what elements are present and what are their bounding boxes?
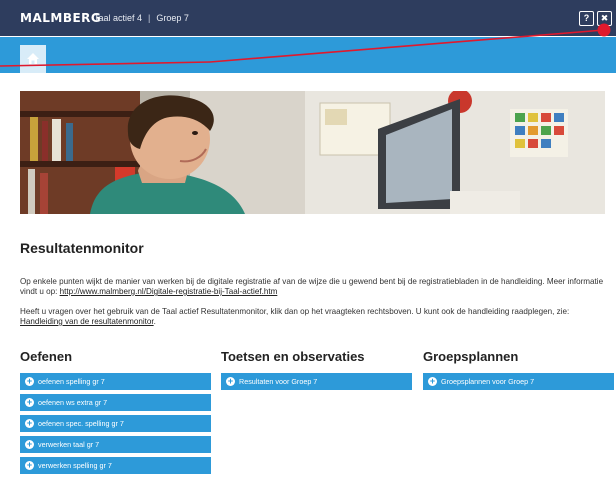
button-label: oefenen ws extra gr 7 — [38, 398, 108, 407]
button-label: verwerken taal gr 7 — [38, 440, 100, 449]
app-title: Taal actief 4 | Groep 7 — [94, 13, 189, 23]
verwerken-spelling-button[interactable]: + verwerken spelling gr 7 — [20, 457, 211, 474]
help-button[interactable]: ? — [579, 11, 594, 26]
manual-link[interactable]: Handleiding van de resultatenmonitor — [20, 317, 154, 326]
home-icon — [27, 53, 39, 64]
toetsen-heading: Toetsen en observaties — [221, 349, 365, 364]
plus-circle-icon: + — [25, 375, 34, 386]
button-label: oefenen spec. spelling gr 7 — [38, 419, 124, 428]
help-paragraph: Heeft u vragen over het gebruik van de T… — [20, 307, 610, 327]
home-button[interactable] — [20, 45, 46, 73]
malmberg-logo: MALMBERG — [20, 11, 102, 25]
plus-circle-icon: + — [428, 375, 437, 386]
groepsplannen-column: + Groepsplannen voor Groep 7 — [423, 373, 614, 394]
malmberg-info-link[interactable]: http://www.malmberg.nl/Digitale-registra… — [60, 287, 278, 296]
app-name: Taal actief 4 — [94, 13, 143, 23]
oefenen-ws-extra-button[interactable]: + oefenen ws extra gr 7 — [20, 394, 211, 411]
plus-circle-icon: + — [25, 438, 34, 449]
help-text-end: . — [153, 317, 156, 326]
plus-circle-icon: + — [226, 375, 235, 386]
groepsplannen-heading: Groepsplannen — [423, 349, 519, 364]
page-title: Resultatenmonitor — [20, 240, 144, 256]
plus-circle-icon: + — [25, 417, 34, 428]
help-text: Heeft u vragen over het gebruik van de T… — [20, 307, 570, 316]
button-label: Groepsplannen voor Groep 7 — [441, 377, 535, 386]
info-paragraph: Op enkele punten wijkt de manier van wer… — [20, 277, 610, 297]
banner-image — [20, 91, 605, 214]
toetsen-column: + Resultaten voor Groep 7 — [221, 373, 412, 394]
oefenen-spelling-button[interactable]: + oefenen spelling gr 7 — [20, 373, 211, 390]
button-label: Resultaten voor Groep 7 — [239, 377, 318, 386]
nav-bar — [0, 37, 616, 73]
group-name: Groep 7 — [156, 13, 189, 23]
verwerken-taal-button[interactable]: + verwerken taal gr 7 — [20, 436, 211, 453]
groepsplannen-button[interactable]: + Groepsplannen voor Groep 7 — [423, 373, 614, 390]
oefenen-heading: Oefenen — [20, 349, 73, 364]
top-bar: MALMBERG Taal actief 4 | Groep 7 ? ✖ — [0, 0, 616, 36]
button-label: verwerken spelling gr 7 — [38, 461, 112, 470]
button-label: oefenen spelling gr 7 — [38, 377, 105, 386]
plus-circle-icon: + — [25, 396, 34, 407]
plus-circle-icon: + — [25, 459, 34, 470]
oefenen-column: + oefenen spelling gr 7 + oefenen ws extra… — [20, 373, 211, 478]
close-button[interactable]: ✖ — [597, 11, 612, 26]
title-separator: | — [148, 13, 151, 23]
oefenen-spec-spelling-button[interactable]: + oefenen spec. spelling gr 7 — [20, 415, 211, 432]
resultaten-button[interactable]: + Resultaten voor Groep 7 — [221, 373, 412, 390]
